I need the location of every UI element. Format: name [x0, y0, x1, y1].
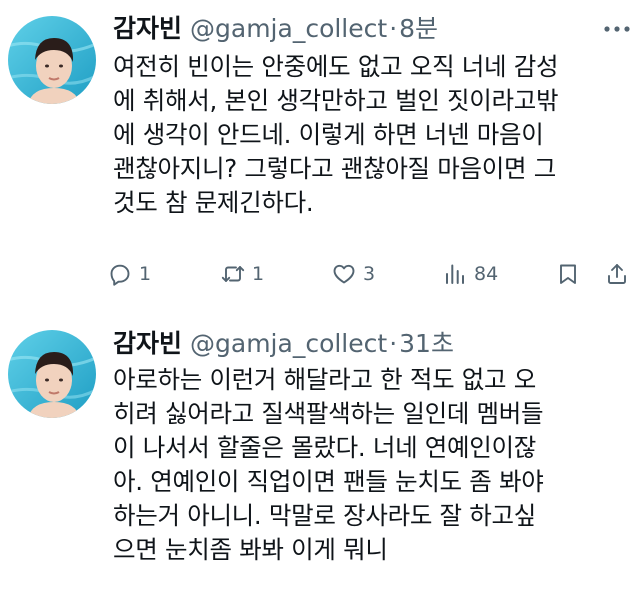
display-name[interactable]: 감자빈: [113, 329, 182, 358]
separator-dot: ·: [389, 14, 398, 43]
display-name[interactable]: 감자빈: [113, 14, 182, 43]
tweet-text: 아로하는 이런거 해달라고 한 적도 없고 오 히려 싫어라고 질색팔색하는 일…: [113, 363, 633, 567]
views-chart-icon: [443, 262, 467, 286]
views-button[interactable]: 84: [443, 260, 498, 288]
tweet-text-line: 에 생각이 안드네. 이렇게 하면 너넨 마음이: [113, 120, 544, 149]
tweet-text-line: 괜찮아지니? 그렇다고 괜찮아질 마음이면 그: [113, 154, 556, 183]
reply-icon: [108, 262, 132, 286]
action-bar: 1 1 3 84: [108, 260, 638, 288]
retweet-icon: [221, 262, 245, 286]
separator-dot: ·: [389, 329, 398, 358]
like-button[interactable]: 3: [332, 260, 375, 288]
tweet-text-line: 이 나서서 할줄은 몰랐다. 너네 연예인이잖: [113, 433, 537, 462]
bookmark-icon: [556, 262, 580, 286]
tweet-text-line: 하는거 아니니. 막말로 장사라도 잘 하고싶: [113, 501, 537, 530]
heart-icon: [332, 262, 356, 286]
tweet-text-line: 여전히 빈이는 안중에도 없고 오직 너네 감성: [113, 52, 559, 81]
bookmark-button[interactable]: [556, 260, 580, 288]
user-handle[interactable]: @gamja_collect: [190, 14, 387, 43]
retweet-count: 1: [252, 263, 265, 285]
tweet[interactable]: 감자빈 @gamja_collect·8분 여전히 빈이는 안중에도 없고 오직 …: [0, 0, 640, 300]
avatar[interactable]: [8, 330, 96, 418]
tweet-text: 여전히 빈이는 안중에도 없고 오직 너네 감성 에 취해서, 본인 생각만하고…: [113, 50, 633, 220]
tweet-text-line: 것도 참 문제긴하다.: [113, 188, 314, 217]
like-count: 3: [363, 263, 376, 285]
tweet-text-line: 아로하는 이런거 해달라고 한 적도 없고 오: [113, 365, 537, 394]
tweet-text-line: 아. 연예인이 직업이면 팬들 눈치도 좀 봐야: [113, 467, 544, 496]
share-button[interactable]: [605, 260, 629, 288]
reply-count: 1: [139, 263, 152, 285]
tweet-header: 감자빈 @gamja_collect·31초: [113, 324, 454, 364]
tweet[interactable]: 감자빈 @gamja_collect·31초 아로하는 이런거 해달라고 한 적도…: [0, 318, 640, 593]
tweet-text-line: 에 취해서, 본인 생각만하고 벌인 짓이라고밖: [113, 86, 559, 115]
tweet-text-line: 으면 눈치좀 봐봐 이게 뭐니: [113, 535, 388, 564]
tweet-text-line: 히려 싫어라고 질색팔색하는 일인데 멤버들: [113, 399, 544, 428]
retweet-button[interactable]: 1: [221, 260, 264, 288]
share-icon: [605, 262, 629, 286]
more-horizontal-icon[interactable]: [604, 20, 630, 32]
user-handle[interactable]: @gamja_collect: [190, 329, 387, 358]
view-count: 84: [474, 263, 499, 285]
reply-button[interactable]: 1: [108, 260, 151, 288]
timestamp[interactable]: 8분: [399, 14, 438, 43]
avatar[interactable]: [8, 16, 96, 104]
tweet-header: 감자빈 @gamja_collect·8분: [113, 9, 438, 49]
timestamp[interactable]: 31초: [399, 329, 454, 358]
